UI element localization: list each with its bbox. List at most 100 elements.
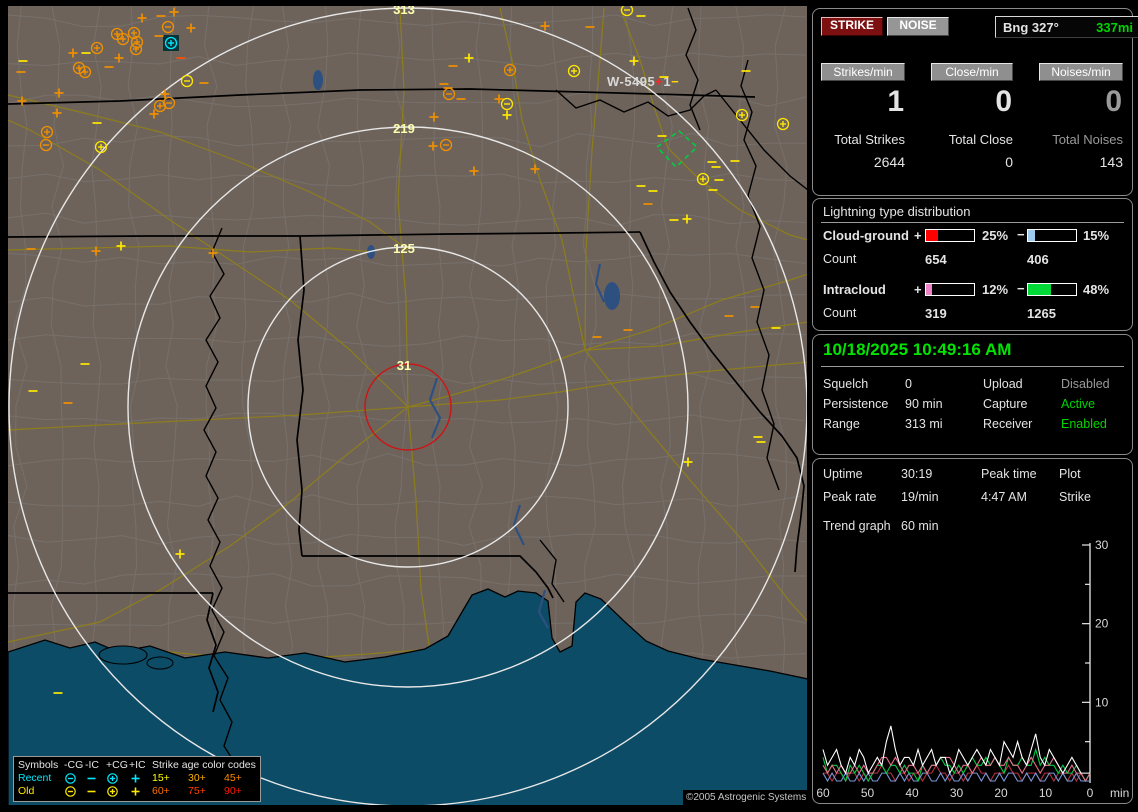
app-window: { "header": { "strike_button": "STRIKE",… [0, 0, 1138, 812]
cg-negative-recent-icon [64, 772, 85, 785]
legend-header-cg-pos: +CG [106, 759, 129, 772]
cg-negative-old-icon [64, 785, 85, 798]
ic-neg-bar-fill [1028, 284, 1051, 295]
x-tick-label: 40 [905, 786, 919, 800]
trend-graph-label: Trend graph [823, 519, 891, 533]
range-value: 313 mi [905, 417, 943, 431]
cg-pos-bar [925, 229, 975, 242]
peak-rate-value: 19/min [901, 490, 939, 504]
ic-count-label: Count [823, 306, 856, 320]
legend-age-90: 90+ [224, 785, 260, 798]
lake [147, 657, 173, 669]
peak-time-value: 4:47 AM [981, 490, 1027, 504]
cg-neg-bar-fill [1028, 230, 1035, 241]
ic-pos-count: 319 [925, 306, 947, 321]
total-strikes-value: 2644 [821, 154, 905, 170]
cg-positive-recent-icon [106, 772, 129, 785]
range-ring-label: 219 [393, 121, 415, 136]
ic-neg-percent: 48% [1083, 282, 1109, 297]
total-close-label: Total Close [931, 132, 1013, 147]
map-svg: 31125219313W-5495+1− [0, 0, 810, 812]
range-ring-label: 31 [397, 358, 411, 373]
cg-neg-bar [1027, 229, 1077, 242]
legend-age-30: 30+ [188, 772, 224, 785]
squelch-value: 0 [905, 377, 912, 391]
trend-window-value: 60 min [901, 519, 939, 533]
lake [313, 70, 323, 90]
strikes-per-min-button[interactable]: Strikes/min [821, 63, 905, 81]
status-panel: Uptime 30:19 Peak time Plot Peak rate 19… [812, 458, 1133, 804]
divider [821, 222, 1124, 223]
total-close-value: 0 [931, 154, 1013, 170]
persistence-label: Persistence [823, 397, 888, 411]
map-canvas[interactable]: 31125219313W-5495+1− Symbols -CG -IC +CG… [0, 0, 810, 812]
y-tick-label: 20 [1095, 617, 1109, 631]
receiver-status: Enabled [1061, 417, 1107, 431]
uptime-label: Uptime [823, 467, 863, 481]
ic-negative-recent-icon [85, 772, 106, 785]
receiver-label: Receiver [983, 417, 1032, 431]
persistence-value: 90 min [905, 397, 943, 411]
copyright-text: ©2005 Astrogenic Systems [683, 790, 808, 806]
x-tick-label: 0 [1087, 786, 1094, 800]
ic-neg-sign: − [1017, 281, 1025, 296]
x-tick-label: 10 [1039, 786, 1053, 800]
tspan: W-5495 [607, 74, 655, 89]
ic-negative-old-icon [85, 785, 106, 798]
ic-positive-old-icon [129, 785, 152, 798]
clock-panel: 10/18/2025 10:49:16 AM Squelch 0 Upload … [812, 334, 1133, 455]
total-noises-value: 143 [1039, 154, 1123, 170]
trend-series-cloud-ground-positive [823, 757, 1090, 781]
legend-recent-label: Recent [18, 772, 64, 785]
legend-header-symbols: Symbols [18, 759, 64, 772]
legend-age-45: 45+ [224, 772, 260, 785]
cg-pos-sign: + [914, 228, 922, 243]
strike-toggle-button[interactable]: STRIKE [821, 17, 883, 36]
close-per-min-button[interactable]: Close/min [931, 63, 1013, 81]
cloud-ground-label: Cloud-ground [823, 228, 909, 243]
range-ring-label: 313 [393, 2, 415, 17]
total-strikes-label: Total Strikes [821, 132, 905, 147]
datetime-display: 10/18/2025 10:49:16 AM [823, 340, 1011, 360]
squelch-label: Squelch [823, 377, 868, 391]
x-tick-label: 60 [816, 786, 830, 800]
legend-age-60: 60+ [152, 785, 188, 798]
noise-toggle-button[interactable]: NOISE [887, 17, 949, 36]
capture-status: Active [1061, 397, 1095, 411]
legend-old-label: Old [18, 785, 64, 798]
cg-count-label: Count [823, 252, 856, 266]
ic-pos-bar-fill [926, 284, 932, 295]
distribution-panel: Lightning type distribution Cloud-ground… [812, 198, 1133, 331]
peak-rate-label: Peak rate [823, 490, 877, 504]
legend-age-title: Strike age color codes [152, 759, 260, 772]
range-ring-label: 125 [393, 241, 415, 256]
legend-age-75: 75+ [188, 785, 224, 798]
cg-neg-percent: 15% [1083, 228, 1109, 243]
strike-symbol-cgp [163, 35, 179, 51]
legend-recent-row: Recent 15+ 30+ 45+ [18, 772, 260, 785]
legend-header-ic-neg: -IC [85, 759, 106, 772]
plot-mode-value: Strike [1059, 490, 1091, 504]
cg-positive-old-icon [106, 785, 129, 798]
x-tick-label: 30 [950, 786, 964, 800]
tspan: − [671, 74, 679, 89]
noises-per-min-button[interactable]: Noises/min [1039, 63, 1123, 81]
y-tick-label: 30 [1095, 538, 1109, 552]
legend-old-row: Old 60+ 75+ 90+ [18, 785, 260, 798]
legend-header-ic-pos: +IC [129, 759, 152, 772]
legend-age-15: 15+ [152, 772, 188, 785]
trend-series-intracloud-negative [823, 750, 1090, 781]
plot-label: Plot [1059, 467, 1081, 481]
bearing-distance: 337mi [1096, 20, 1133, 35]
lake-pontchartrain [99, 646, 147, 664]
total-noises-label: Total Noises [1039, 132, 1123, 147]
distribution-title: Lightning type distribution [823, 204, 970, 219]
upload-label: Upload [983, 377, 1023, 391]
capture-label: Capture [983, 397, 1027, 411]
cg-neg-sign: − [1017, 227, 1025, 242]
ic-neg-bar [1027, 283, 1077, 296]
ic-positive-recent-icon [129, 772, 152, 785]
x-tick-label: 50 [861, 786, 875, 800]
legend-header-row: Symbols -CG -IC +CG +IC Strike age color… [18, 759, 260, 772]
ic-pos-percent: 12% [982, 282, 1008, 297]
